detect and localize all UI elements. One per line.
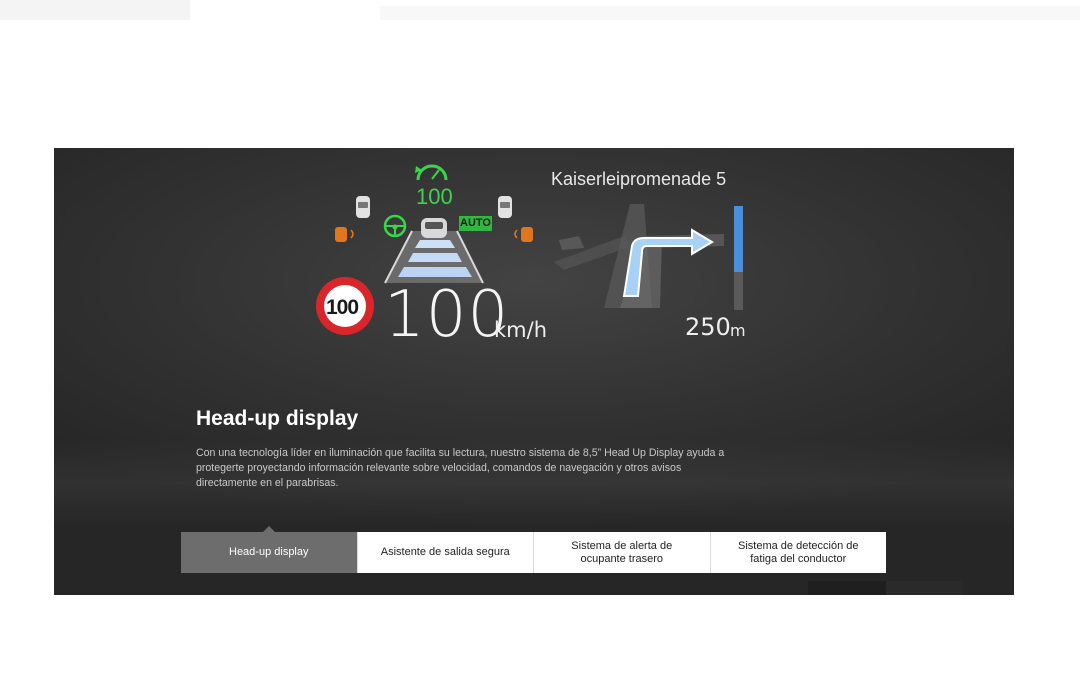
turn-distance: 250 [685,313,731,341]
bottom-strip-left [808,581,886,595]
hud-illustration [316,164,743,335]
gauge-icon [415,164,448,181]
speed-limit-value: 100 [326,296,359,319]
own-car-icon [421,218,447,238]
speed-unit: km/h [494,318,548,342]
section-description: Con una tecnología líder en iluminación … [196,447,725,489]
ghost-header-block [0,0,190,20]
turn-right-arrow-icon [622,228,714,297]
tab-rear-occupant-alert[interactable]: Sistema de alerta de ocupante trasero [534,532,711,573]
right-vehicle-icon [498,196,512,218]
current-speed: 100 [384,278,510,352]
tab-head-up-display[interactable]: Head-up display [181,526,358,573]
steering-wheel-icon [383,214,407,238]
lane-road-graphic [384,230,484,284]
auto-badge: AUTO [459,216,492,231]
bottom-strip-right [886,581,963,595]
left-vehicle-icon [356,196,370,218]
feature-tabs: Head-up display Asistente de salida segu… [181,526,886,573]
street-name: Kaiserleipromenade 5 [551,169,727,189]
tab-safe-exit-assist[interactable]: Asistente de salida segura [357,532,534,573]
cruise-set-speed: 100 [416,184,453,209]
distance-progress-bar [734,206,743,310]
right-warning-car-icon [514,227,533,242]
left-warning-car-icon [335,227,354,242]
turn-distance-unit: m [730,321,746,340]
hud-feature-panel: 100 AUTO Kaiserleipromenade 5 100 100 km… [54,148,1014,595]
ghost-header-line [380,6,1080,20]
section-title: Head-up display [196,407,359,430]
tab-driver-fatigue-detection[interactable]: Sistema de detección de fatiga del condu… [710,532,886,573]
